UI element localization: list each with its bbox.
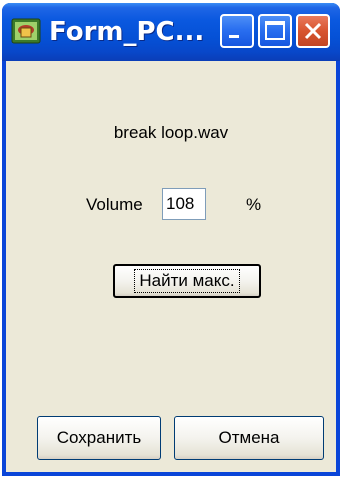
minimize-button[interactable] xyxy=(220,14,254,48)
minimize-icon xyxy=(229,35,239,38)
find-max-label: Найти макс. xyxy=(134,269,240,293)
volume-label: Volume xyxy=(86,195,143,214)
filename-label: break loop.wav xyxy=(113,123,229,142)
maximize-button[interactable] xyxy=(258,14,292,48)
title-bar[interactable]: Form_PC... xyxy=(2,3,340,61)
dialog-window: Form_PC... break loop.wav Volume % Найти… xyxy=(2,3,340,476)
close-button[interactable] xyxy=(296,14,330,48)
cancel-button[interactable]: Отмена xyxy=(174,416,324,460)
volume-input[interactable] xyxy=(162,188,206,220)
window-title: Form_PC... xyxy=(49,17,205,47)
maximize-icon xyxy=(265,21,285,40)
app-icon[interactable] xyxy=(10,16,42,46)
find-max-button[interactable]: Найти макс. xyxy=(113,264,261,298)
close-icon xyxy=(304,22,322,40)
dialog-body: break loop.wav Volume % Найти макс. Сохр… xyxy=(6,61,336,472)
save-button[interactable]: Сохранить xyxy=(37,416,161,460)
percent-label: % xyxy=(246,195,262,214)
